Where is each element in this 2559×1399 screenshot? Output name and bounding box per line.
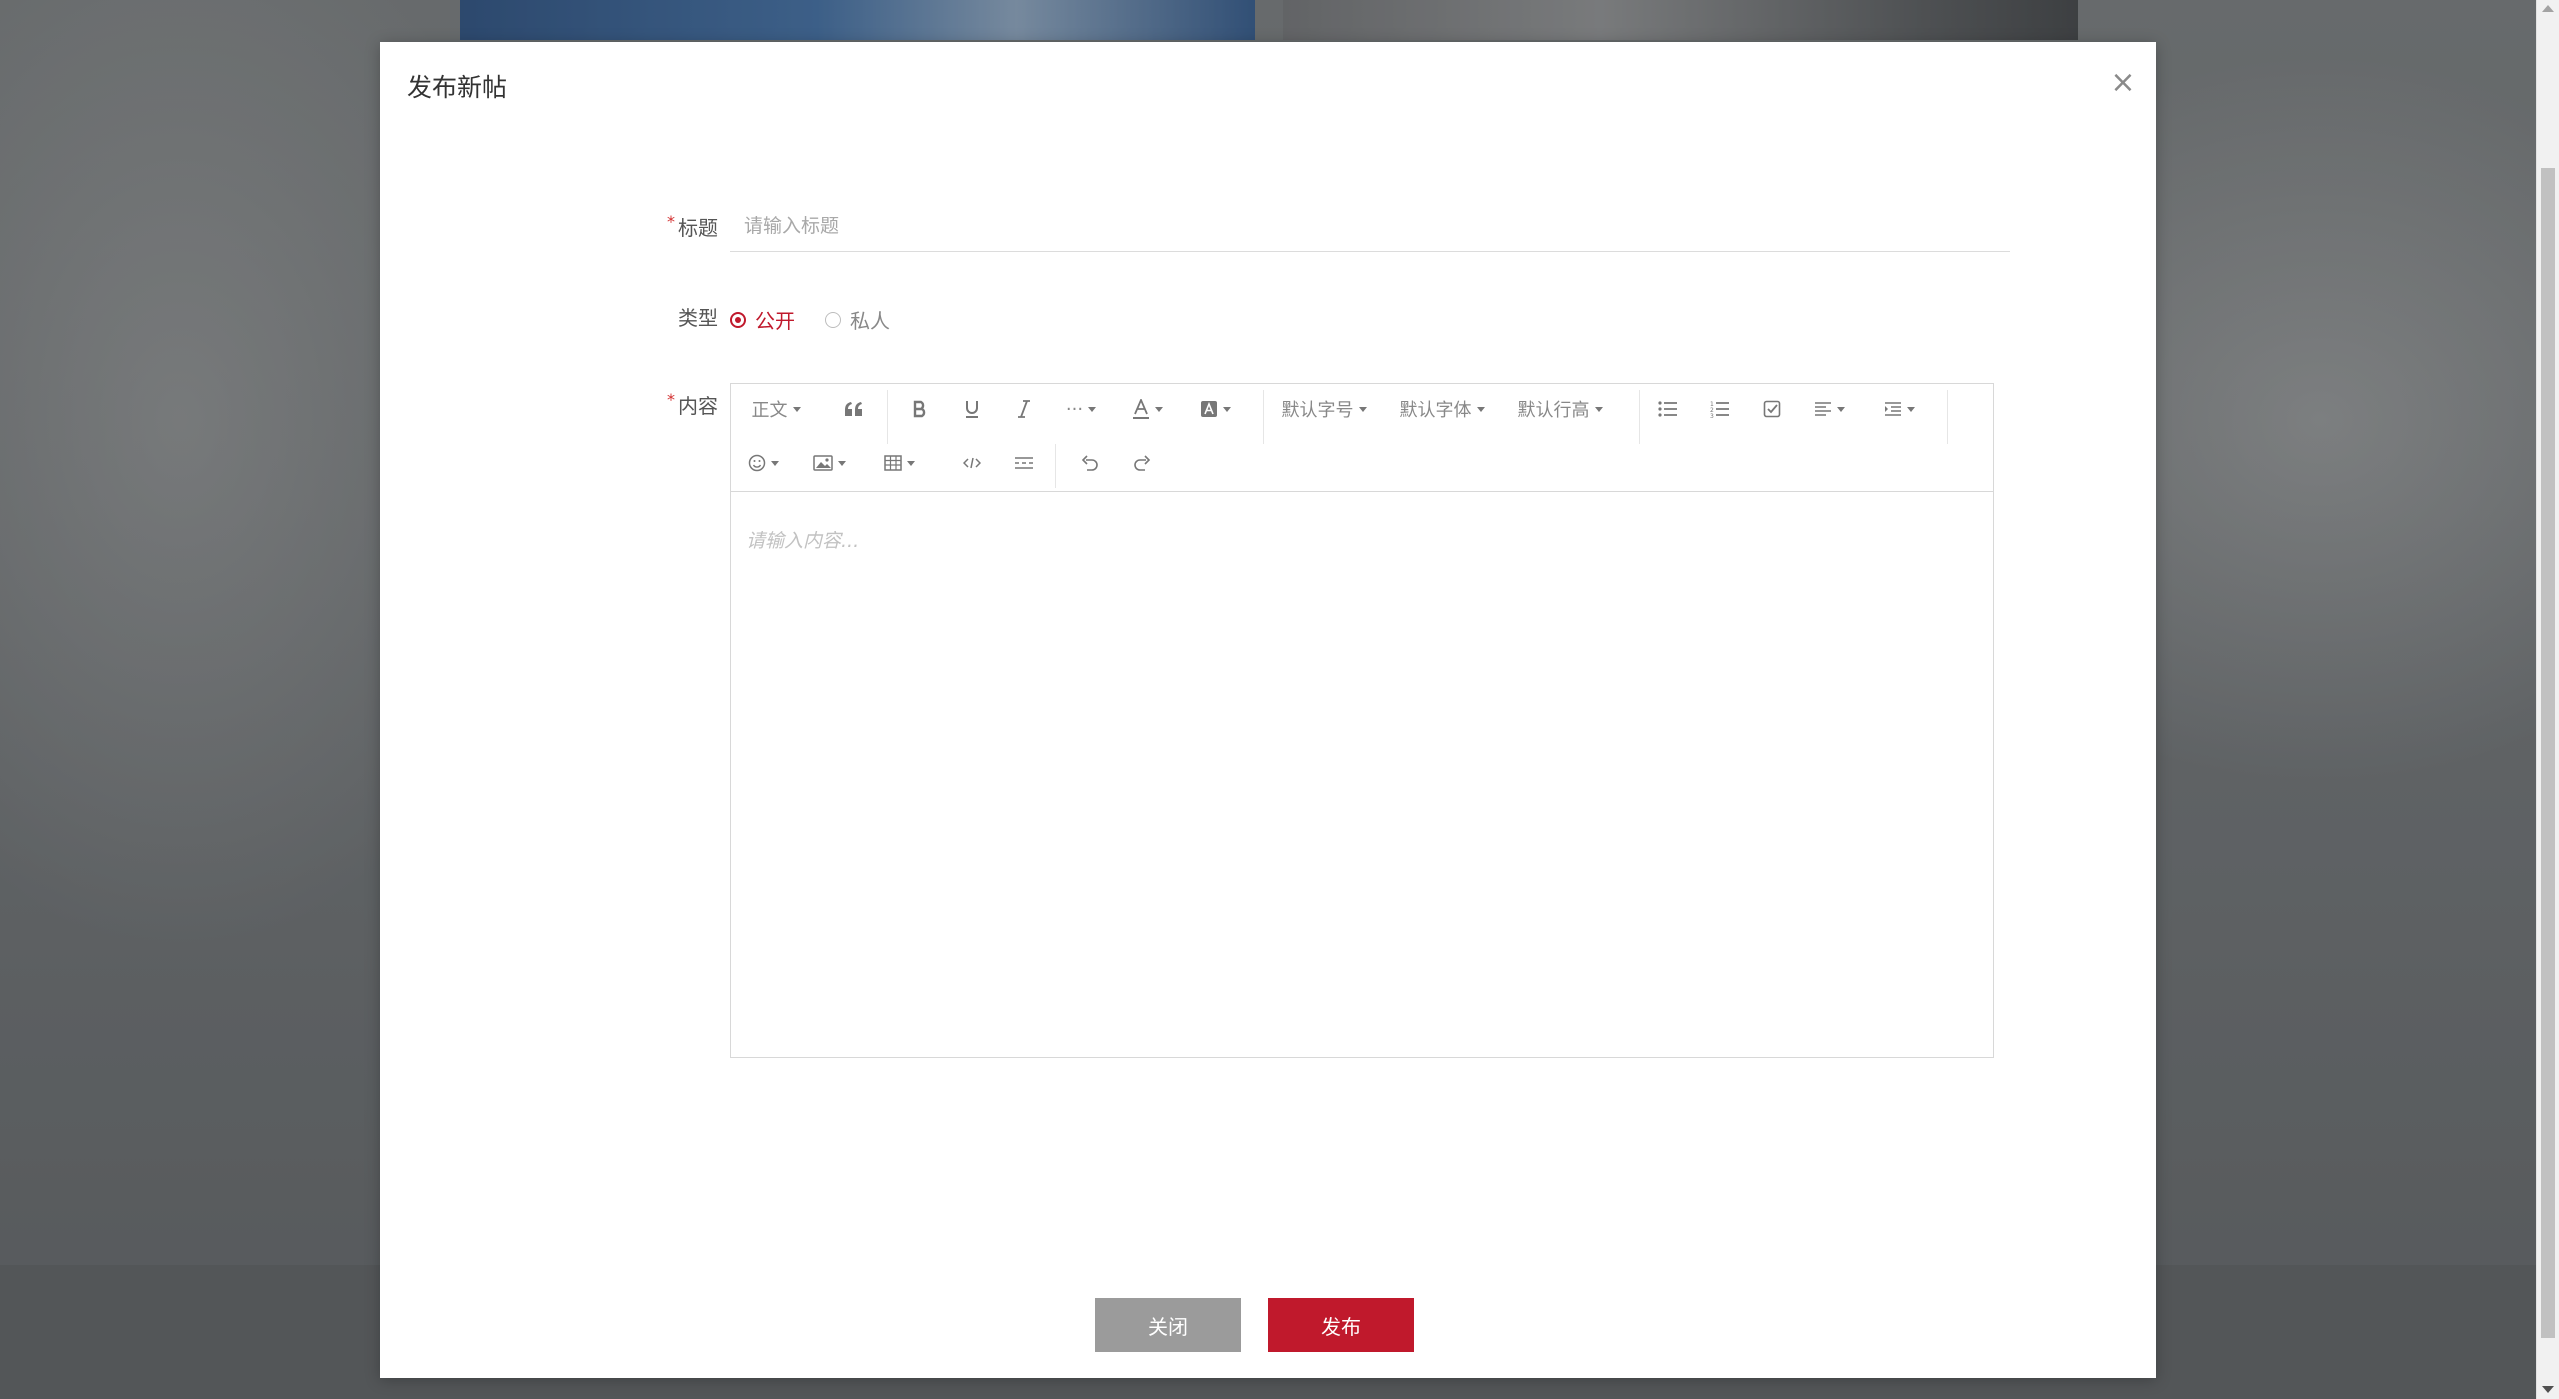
editor-toolbar: 正文 ··· 默认字号 默认字体 默认行高 1 2 3 [731,384,1993,492]
more-label: ··· [1065,398,1084,420]
redo-icon [1134,455,1151,471]
caret-down-icon [1222,406,1231,412]
svg-text:3: 3 [1710,413,1714,418]
close-icon[interactable]: × [2108,68,2138,98]
required-mark: * [667,390,675,409]
caret-down-icon [1836,406,1845,412]
line-height-dropdown[interactable]: 默认行高 [1515,394,1605,424]
font-family-label: 默认字体 [1399,400,1472,421]
paragraph-label: 正文 [751,400,788,421]
radio-public-label: 公开 [755,309,795,333]
table-icon [883,455,902,471]
caret-down-icon [1154,406,1163,412]
toolbar-separator [887,390,888,444]
bulleted-list-icon [1658,401,1677,417]
content-placeholder: 请输入内容... [746,530,860,552]
emoji-dropdown[interactable] [745,448,781,478]
indent-dropdown[interactable] [1881,394,1917,424]
numbered-list-button[interactable]: 123 [1705,394,1735,424]
caret-down-icon [1088,406,1097,412]
quote-icon [845,402,862,416]
background-color-dropdown[interactable] [1197,394,1233,424]
radio-public[interactable]: 公开 [730,305,795,334]
line-height-label: 默认行高 [1517,400,1590,421]
bold-icon [913,400,926,418]
code-icon [963,457,981,469]
caret-down-icon [1476,406,1485,412]
toolbar-separator [1055,444,1056,488]
font-color-dropdown[interactable] [1129,394,1165,424]
italic-button[interactable] [1009,394,1039,424]
rich-text-editor: 正文 ··· 默认字号 默认字体 默认行高 1 2 3 请输入内容... [730,383,1994,1058]
scroll-down-arrow-icon[interactable] [2542,1386,2554,1393]
image-dropdown[interactable] [811,448,847,478]
toolbar-separator [1947,390,1948,444]
radio-checked-icon [730,311,746,328]
title-label-row: * 标题 [660,212,718,241]
font-family-dropdown[interactable]: 默认字体 [1397,394,1487,424]
close-button[interactable]: 关闭 [1095,1298,1241,1352]
paragraph-dropdown[interactable]: 正文 [745,394,807,424]
toolbar-separator [1263,390,1264,444]
bold-button[interactable] [905,394,935,424]
radio-private-label: 私人 [850,309,890,333]
new-post-dialog: 发布新帖 × *标题 类型 公开 私人 *内容 正文 [380,42,2156,1378]
dialog-title: 发布新帖 [407,73,508,102]
undo-button[interactable] [1075,448,1105,478]
font-color-icon [1132,399,1149,419]
page-scrollbar[interactable] [2536,0,2559,1399]
scroll-up-arrow-icon[interactable] [2542,5,2554,12]
emoji-icon [748,454,765,472]
redo-button[interactable] [1127,448,1157,478]
italic-icon [1018,400,1030,418]
type-label: 类型 [678,306,718,330]
radio-unchecked-icon [825,311,841,328]
indent-icon [1884,402,1901,416]
underline-icon [966,401,978,418]
caret-down-icon [770,460,779,466]
content-label-row: * 内容 [660,390,718,419]
radio-private[interactable]: 私人 [825,305,890,334]
more-styles-dropdown[interactable]: ··· [1061,394,1101,424]
align-dropdown[interactable] [1811,394,1847,424]
caret-down-icon [1358,406,1367,412]
editor-content-area[interactable]: 请输入内容... [731,492,1993,1057]
image-icon [812,455,833,471]
divider-icon [1015,457,1033,469]
scroll-thumb[interactable] [2541,168,2555,1338]
todo-list-button[interactable] [1757,394,1787,424]
background-color-icon [1200,401,1217,417]
quote-button[interactable] [839,394,869,424]
caret-down-icon [1906,406,1915,412]
caret-down-icon [1594,406,1603,412]
caret-down-icon [837,460,846,466]
caret-down-icon [792,406,801,412]
checkbox-icon [1763,400,1781,418]
publish-button[interactable]: 发布 [1268,1298,1414,1352]
code-button[interactable] [957,448,987,478]
title-input[interactable] [730,200,2010,252]
align-left-icon [1814,402,1831,416]
table-dropdown[interactable] [881,448,917,478]
required-mark: * [667,212,675,231]
underline-button[interactable] [957,394,987,424]
bulleted-list-button[interactable] [1653,394,1683,424]
numbered-list-icon: 123 [1710,401,1729,418]
toolbar-separator [1639,390,1640,444]
title-label: 标题 [678,216,718,240]
caret-down-icon [906,460,915,466]
divider-button[interactable] [1009,448,1039,478]
font-size-dropdown[interactable]: 默认字号 [1279,394,1369,424]
content-label: 内容 [678,394,718,418]
undo-icon [1081,455,1098,471]
font-size-label: 默认字号 [1281,400,1354,421]
